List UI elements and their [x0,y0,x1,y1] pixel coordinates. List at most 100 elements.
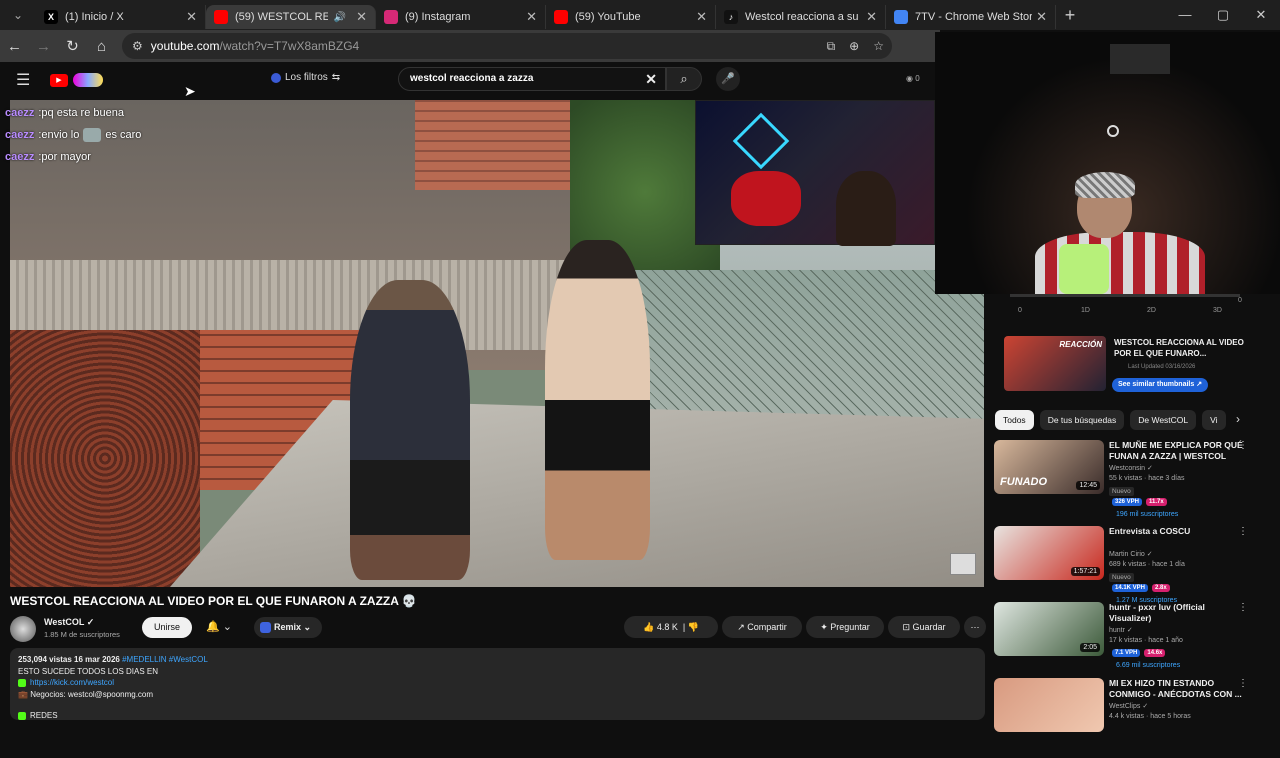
reload-icon[interactable]: ↻ [58,37,87,55]
chat-text-after: es caro [105,129,142,141]
bookmark-star-icon[interactable]: ☆ [873,39,884,54]
video-pip-streamer [695,100,935,246]
mouse-cursor-icon: ➤ [184,83,196,99]
back-icon[interactable]: ← [0,38,29,55]
rec-channel[interactable]: Westconsin ✓ [1109,464,1153,472]
ask-button[interactable]: ✦ Preguntar [806,616,884,638]
clear-search-icon[interactable]: ✕ [645,68,657,90]
channel-avatar[interactable] [10,616,36,642]
recommended-video[interactable]: 2:05 huntr - pxxr luv (Official Visualize… [994,602,1274,682]
see-similar-button[interactable]: See similar thumbnails ↗ [1112,378,1209,392]
close-tab-icon[interactable]: ✕ [696,9,707,25]
chat-username[interactable]: caezz [5,129,34,141]
kick-link[interactable]: https://kick.com/westcol [30,678,114,687]
close-window-icon[interactable]: ✕ [1242,0,1280,30]
new-tab-button[interactable]: + [1056,5,1084,26]
filter-icon [271,72,281,83]
tab-title: (59) WESTCOL REACCIONA [235,11,328,23]
browser-tab[interactable]: X (1) Inicio / X ✕ [36,5,206,29]
remix-button[interactable]: Remix ⌄ [254,617,322,638]
close-tab-icon[interactable]: ✕ [1036,9,1047,25]
site-info-icon[interactable]: ⚙ [132,39,143,53]
verified-icon: ✓ [1126,627,1133,634]
maximize-icon[interactable]: ▢ [1204,0,1242,30]
microphone-icon[interactable]: 🎤 [716,67,740,91]
browser-tab[interactable]: ♪ Westcol reacciona a su ma ✕ [716,5,886,29]
browser-tab[interactable]: (9) Instagram ✕ [376,5,546,29]
hashtags[interactable]: #MEDELLIN #WestCOL [122,655,208,664]
save-button[interactable]: ⊡ Guardar [888,616,960,638]
recommended-video[interactable]: MI EX HIZO TIN ESTANDO CONMIGO - ANÉCDOT… [994,678,1274,758]
search-input[interactable]: westcol reacciona a zazza ✕ [398,67,666,91]
similar-title: WESTCOL REACCIONA AL VIDEO POR EL QUE FU… [1114,338,1244,358]
close-tab-icon[interactable]: ✕ [186,9,197,25]
chevron-down-icon: ⌄ [222,621,232,633]
rec-channel[interactable]: huntr ✓ [1109,626,1133,634]
thumbs-down-icon: 👎 [687,622,699,632]
gaming-chair [731,171,801,226]
video-player[interactable] [10,100,984,587]
description-box[interactable]: 253,094 vistas 16 mar 2026 #MEDELLIN #We… [10,648,985,720]
chat-username[interactable]: caezz [5,151,34,163]
browser-tab[interactable]: 7TV - Chrome Web Store ✕ [886,5,1056,29]
rec-views: 17 k vistas · hace 1 año [1109,637,1183,644]
thumbnail-text: FUNADO [1000,476,1048,488]
filter-chip[interactable]: Vi [1202,410,1226,430]
filters-button[interactable]: Los filtros ⇆ [271,72,340,83]
recommended-video[interactable]: 1:57:21 Entrevista a COSCU Martin Cirio ✓ 6… [994,526,1274,606]
filter-chip[interactable]: Todos [995,410,1034,430]
description-line: ESTO SUCEDE TODOS LOS DIAS EN [18,666,159,676]
notifications-button[interactable]: 🔔 ⌄ [200,617,248,638]
search-value: westcol reacciona a zazza [410,73,534,84]
install-icon[interactable]: ⧉ [827,39,836,54]
filter-chip[interactable]: De WestCOL [1130,410,1197,430]
sidebar: 0 0 1D 2D 3D REACCIÓN WESTCOL REACCIONA … [990,294,1280,732]
share-button[interactable]: ↗ Compartir [722,616,802,638]
verified-icon: ✓ [86,617,95,627]
forward-icon[interactable]: → [29,38,58,55]
doodle-logo[interactable] [73,73,103,87]
chat-username[interactable]: caezz [5,107,34,119]
more-options-icon[interactable]: ⋮ [1238,678,1248,689]
minimize-icon[interactable]: — [1166,0,1204,30]
close-tab-icon[interactable]: ✕ [866,9,877,25]
browser-tab[interactable]: (59) WESTCOL REACCIONA 🔊 ✕ [206,5,376,29]
join-button[interactable]: Unirse [142,617,192,638]
home-icon[interactable]: ⌂ [87,38,116,55]
business-contact: Negocios: westcol@spoonmg.com [30,689,154,699]
sparkle-icon: ✦ [820,622,828,632]
more-options-icon[interactable]: ⋮ [1238,440,1248,451]
more-actions-icon[interactable]: ⋯ [964,616,986,638]
close-tab-icon[interactable]: ✕ [526,9,537,25]
rec-title: MI EX HIZO TIN ESTANDO CONMIGO - ANÉCDOT… [1109,678,1242,699]
vph-badge: 326 VPH [1112,498,1143,506]
url-host: youtube.com [150,39,220,53]
rec-channel[interactable]: Martin Cirio ✓ [1109,550,1153,558]
browser-tab[interactable]: (59) YouTube ✕ [546,5,716,29]
like-dislike-button[interactable]: 👍 4.8 K | 👎 [624,616,718,638]
chevron-right-icon[interactable]: › [1236,412,1240,426]
multiplier-badge: 11.7x [1146,498,1167,506]
tab-search-icon[interactable]: ⌄ [0,0,36,30]
new-badge: Nuevo [1109,487,1134,496]
search-button[interactable]: ⌕ [666,67,702,91]
filter-chip[interactable]: De tus búsquedas [1039,410,1125,430]
browser-tab-strip: ⌄ X(1) Inicio / X✕(59) WESTCOL REACCIONA… [0,0,1280,30]
filters-label: Los filtros [285,72,328,83]
zoom-icon[interactable]: ⊕ [849,39,859,54]
rec-channel[interactable]: WestClips ✓ [1109,702,1148,710]
address-bar[interactable]: ⚙ youtube.com/watch?v=T7wX8amBZG4 ⧉ ⊕ ☆ [122,33,892,59]
rec-title: EL MUÑE ME EXPLICA POR QUÉ FUNAN A ZAZZA… [1109,440,1243,461]
channel-row: WestCOL ✓ 1.85 M de suscriptores Unirse … [10,614,986,642]
video-duration: 12:45 [1076,481,1100,490]
chrome-store-icon [894,10,908,24]
close-tab-icon[interactable]: ✕ [356,9,367,25]
speaker-icon[interactable]: 🔊 [334,12,346,23]
menu-icon[interactable]: ☰ [16,70,30,90]
person-left [350,280,470,580]
recommended-video[interactable]: FUNADO 12:45 EL MUÑE ME EXPLICA POR QUÉ FU… [994,440,1274,520]
more-options-icon[interactable]: ⋮ [1238,602,1248,613]
youtube-logo[interactable]: ▶ [50,73,68,87]
channel-name[interactable]: WestCOL ✓ [44,617,94,628]
more-options-icon[interactable]: ⋮ [1238,526,1248,537]
